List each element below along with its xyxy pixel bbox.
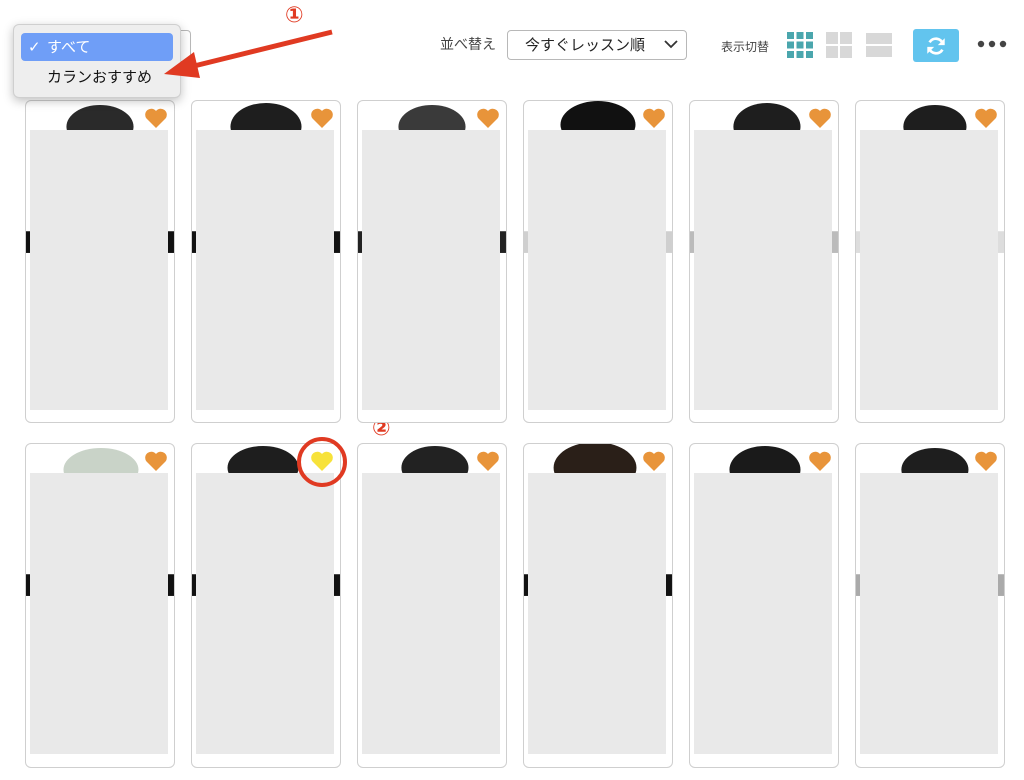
photo-redaction — [30, 473, 168, 754]
favorite-heart-icon[interactable] — [974, 107, 998, 129]
photo-redaction — [528, 473, 666, 754]
favorite-heart-icon[interactable] — [974, 450, 998, 472]
tutor-card[interactable] — [25, 100, 175, 423]
photo-redaction — [694, 473, 832, 754]
photo-redaction — [196, 130, 334, 410]
tutor-card[interactable] — [855, 100, 1005, 423]
tutor-card[interactable] — [855, 443, 1005, 768]
grid-large-view-icon[interactable] — [826, 32, 852, 58]
favorite-heart-icon[interactable] — [642, 450, 666, 472]
list-view-icon[interactable] — [866, 32, 892, 58]
tutor-card[interactable] — [357, 100, 507, 423]
favorite-heart-icon[interactable] — [476, 107, 500, 129]
tutor-card[interactable] — [689, 443, 839, 768]
filter-option-label: カランおすすめ — [47, 68, 153, 86]
refresh-icon — [927, 36, 945, 55]
tutor-card[interactable] — [191, 100, 341, 423]
annotation-arrow-icon — [164, 29, 333, 78]
favorite-heart-icon[interactable] — [808, 450, 832, 472]
check-icon: ✓ — [28, 38, 41, 56]
photo-redaction — [362, 130, 500, 410]
photo-redaction — [860, 130, 998, 410]
tutor-card[interactable] — [523, 443, 673, 768]
favorite-heart-icon[interactable] — [642, 107, 666, 129]
favorite-heart-icon[interactable] — [476, 450, 500, 472]
tutor-card[interactable] — [523, 100, 673, 423]
view-toggle-label: 表示切替 — [721, 40, 770, 54]
photo-redaction — [196, 473, 334, 754]
favorite-heart-icon[interactable] — [144, 450, 168, 472]
photo-redaction — [30, 130, 168, 410]
more-options-icon[interactable] — [976, 34, 1008, 54]
photo-redaction — [860, 473, 998, 754]
filter-option-label: すべて — [47, 38, 91, 56]
refresh-button[interactable] — [913, 29, 959, 62]
grid-small-view-icon[interactable] — [787, 32, 813, 58]
sort-select[interactable]: 今すぐレッスン順 — [507, 30, 687, 60]
favorite-heart-icon[interactable] — [144, 107, 168, 129]
photo-redaction — [528, 130, 666, 410]
favorite-heart-icon[interactable] — [808, 107, 832, 129]
annotation-circle — [297, 437, 347, 487]
tutor-card[interactable] — [25, 443, 175, 768]
sort-selected-value: 今すぐレッスン順 — [525, 36, 646, 54]
tutor-card[interactable] — [191, 443, 341, 768]
tutor-card[interactable] — [357, 443, 507, 768]
favorite-heart-icon[interactable] — [310, 107, 334, 129]
tutor-card[interactable] — [689, 100, 839, 423]
sort-label: 並べ替え — [440, 37, 496, 53]
photo-redaction — [694, 130, 832, 410]
photo-redaction — [362, 473, 500, 754]
chevron-down-icon — [664, 40, 678, 49]
